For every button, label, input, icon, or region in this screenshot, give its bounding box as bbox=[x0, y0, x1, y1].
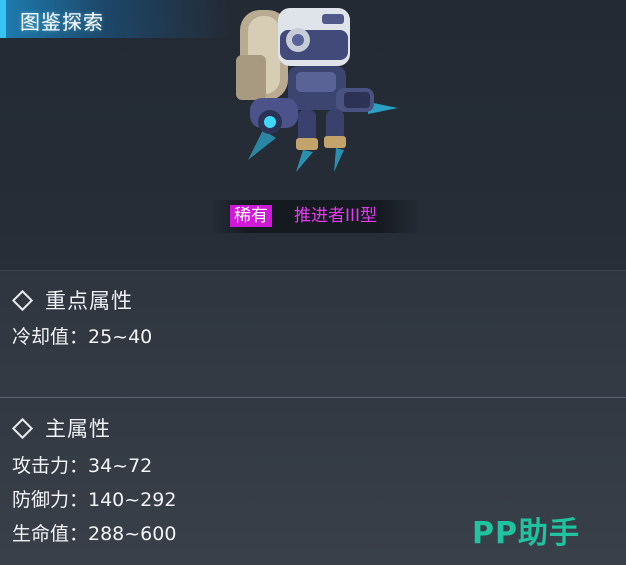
header-accent-bar bbox=[0, 0, 6, 38]
stat-defense: 防御力：140~292 bbox=[12, 489, 177, 511]
section-header: 主属性 bbox=[11, 414, 111, 442]
section-title: 主属性 bbox=[45, 417, 111, 441]
page-title: 图鉴探索 bbox=[20, 10, 104, 34]
diamond-icon bbox=[11, 417, 34, 439]
item-showcase: 图鉴探索 稀有 推进者III型 bbox=[0, 0, 626, 270]
header-tab: 图鉴探索 bbox=[0, 0, 230, 38]
stat-attack: 攻击力：34~72 bbox=[12, 455, 153, 477]
stat-hp: 生命值：288~600 bbox=[12, 523, 177, 545]
diamond-icon bbox=[11, 289, 34, 311]
item-name-row: 稀有 推进者III型 bbox=[210, 200, 420, 233]
section-title: 重点属性 bbox=[45, 289, 133, 313]
rarity-badge: 稀有 bbox=[230, 205, 272, 227]
section-header: 重点属性 bbox=[11, 286, 133, 314]
key-attributes-section: 重点属性 冷却值：25~40 bbox=[0, 271, 626, 397]
item-name: 推进者III型 bbox=[294, 206, 378, 226]
stat-cooldown: 冷却值：25~40 bbox=[12, 326, 153, 348]
robot-thruster-image bbox=[236, 8, 398, 172]
watermark-logo: PP助手 bbox=[472, 516, 580, 551]
